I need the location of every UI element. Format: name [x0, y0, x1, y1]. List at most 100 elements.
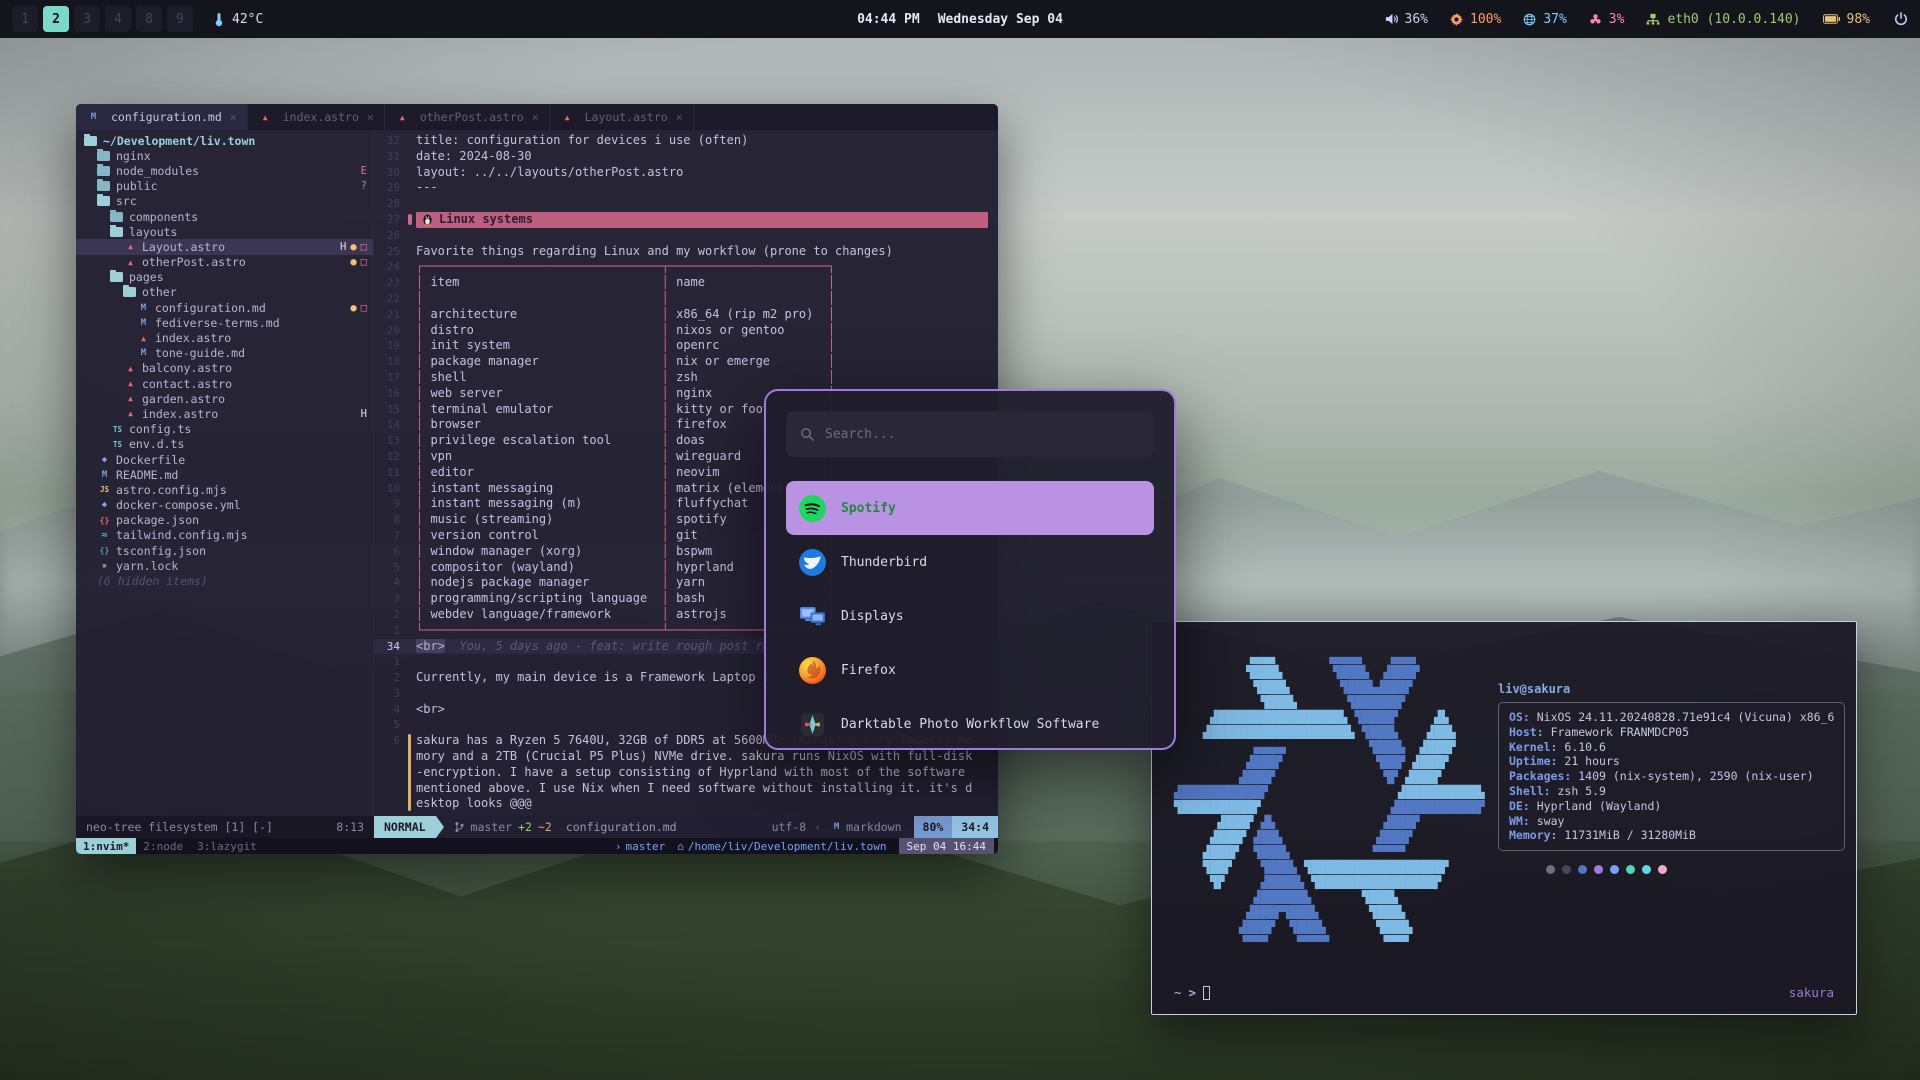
tab-close-icon[interactable]: × [676, 110, 683, 124]
launcher-item-spotify[interactable]: Spotify [786, 481, 1154, 535]
sign-column [408, 354, 416, 370]
table-line: │ distro │ nixos or gentoo │ [416, 323, 835, 339]
tree-item[interactable]: env.d.ts [76, 437, 373, 452]
tree-item[interactable]: tailwind.config.mjs [76, 528, 373, 543]
powerline-separator [436, 816, 444, 838]
main-statusline: NORMAL master +2 ~2 configuration.md utf… [374, 816, 998, 838]
fetch-value: NixOS 24.11.20240828.71e91c4 (Vicuna) x8… [1537, 710, 1835, 724]
tree-item[interactable]: astro.config.mjs [76, 482, 373, 497]
tab-close-icon[interactable]: × [230, 110, 237, 124]
sign-column [408, 259, 416, 275]
line-number: 6 [374, 733, 408, 749]
tree-item[interactable]: package.json [76, 513, 373, 528]
tree-item-label: node_modules [97, 164, 199, 178]
tree-item[interactable]: configuration.md ●□ [76, 300, 373, 315]
tree-item-label: tailwind.config.mjs [97, 528, 248, 542]
tree-item[interactable]: balcony.astro [76, 361, 373, 376]
volume-module[interactable]: 36% [1385, 12, 1428, 27]
md-file-icon [136, 303, 151, 313]
tab-index.astro[interactable]: index.astro × [248, 104, 385, 130]
sign-column [408, 180, 416, 196]
astro-file-icon [123, 258, 138, 267]
markdown-icon [829, 822, 844, 832]
tree-item[interactable]: config.ts [76, 422, 373, 437]
disk-module[interactable]: 3% [1589, 12, 1625, 27]
search-box[interactable] [786, 411, 1154, 457]
line-number: 15 [374, 402, 408, 418]
tree-item[interactable]: otherPost.astro ●□ [76, 255, 373, 270]
tree-item-label: config.ts [110, 422, 191, 436]
memory-module[interactable]: 37% [1523, 12, 1566, 27]
tmux-datetime: Sep 04 16:44 [899, 838, 994, 854]
tab-label: otherPost.astro [420, 110, 524, 124]
palette-dot [1594, 865, 1603, 874]
tab-close-icon[interactable]: × [532, 110, 539, 124]
tab-configuration.md[interactable]: configuration.md × [76, 104, 248, 130]
launcher-item-displays[interactable]: Displays [786, 589, 1154, 643]
tree-item[interactable]: public ? [76, 179, 373, 194]
tree-item[interactable]: README.md [76, 467, 373, 482]
tab-otherPost.astro[interactable]: otherPost.astro × [385, 104, 550, 130]
tab-Layout.astro[interactable]: Layout.astro × [550, 104, 694, 130]
tree-item[interactable]: Dockerfile [76, 452, 373, 467]
search-input[interactable] [825, 427, 1140, 442]
tree-item[interactable]: index.astro H [76, 406, 373, 421]
launcher-item-darktable[interactable]: Darktable Photo Workflow Software [786, 697, 1154, 750]
fetch-line: WM: sway [1509, 814, 1834, 829]
tree-item[interactable]: tsconfig.json [76, 543, 373, 558]
workspace-8[interactable]: 8 [136, 6, 162, 32]
workspace-9[interactable]: 9 [167, 6, 193, 32]
topbar-left: 123489 42°C [12, 6, 263, 32]
tree-item[interactable]: ~/Development/liv.town [76, 133, 373, 148]
editor-line: date: 2024-08-30 [416, 149, 532, 165]
workspace-4[interactable]: 4 [105, 6, 131, 32]
launcher-item-thunderbird[interactable]: Thunderbird [786, 535, 1154, 589]
line-number: 19 [374, 338, 408, 354]
terminal-window[interactable]: ▗▄▄▄ ▗▄▄▄▄ ▄▄▄▖ ▜███▙ ▜███▙ ▟███▛ ▜███▙ … [1151, 621, 1857, 1015]
sign-column [408, 275, 416, 291]
launcher-item-firefox[interactable]: Firefox [786, 643, 1154, 697]
md-file-icon [97, 470, 112, 480]
tree-item-label: components [110, 210, 198, 224]
tree-item[interactable]: pages [76, 270, 373, 285]
editor-line: --- [416, 180, 438, 196]
sign-column [408, 307, 416, 323]
tree-item-marks: H [361, 408, 367, 420]
network-module[interactable]: eth0 (10.0.0.140) [1646, 12, 1800, 27]
tmux-window-2:node[interactable]: 2:node [136, 838, 190, 854]
tree-item[interactable]: yarn.lock [76, 558, 373, 573]
cpu-module[interactable]: 100% [1450, 12, 1501, 27]
tree-item[interactable]: docker-compose.yml [76, 498, 373, 513]
tree-item[interactable]: index.astro [76, 330, 373, 345]
tree-item[interactable]: components [76, 209, 373, 224]
tree-item[interactable]: node_modules E [76, 163, 373, 178]
workspace-2[interactable]: 2 [43, 6, 69, 32]
tree-item[interactable]: layouts [76, 224, 373, 239]
workspace-1[interactable]: 1 [12, 6, 38, 32]
launcher-item-label: Displays [841, 609, 904, 624]
tree-item[interactable]: src [76, 194, 373, 209]
tmux-window-3:lazygit[interactable]: 3:lazygit [190, 838, 264, 854]
fetch-line: Host: Framework FRANMDCP05 [1509, 725, 1834, 740]
astro-file-icon [123, 394, 138, 403]
tree-item[interactable]: garden.astro [76, 391, 373, 406]
power-button[interactable] [1894, 12, 1908, 26]
shell-prompt[interactable]: ~ > [1174, 985, 1210, 1000]
tree-item[interactable]: (6 hidden items) [76, 573, 373, 588]
tree-item-label: other [123, 285, 177, 299]
fetch-label: Host: [1509, 725, 1544, 739]
tree-item[interactable]: other [76, 285, 373, 300]
workspace-3[interactable]: 3 [74, 6, 100, 32]
tree-item[interactable]: fediverse-terms.md [76, 315, 373, 330]
tmux-windows: 1:nvim*2:node3:lazygit [76, 838, 264, 854]
tree-item[interactable]: tone-guide.md [76, 346, 373, 361]
tree-item[interactable]: nginx [76, 148, 373, 163]
tmux-window-1:nvim*[interactable]: 1:nvim* [76, 838, 136, 854]
palette-dot [1626, 865, 1635, 874]
tree-item[interactable]: contact.astro [76, 376, 373, 391]
tab-close-icon[interactable]: × [367, 110, 374, 124]
tree-item[interactable]: Layout.astro H●□ [76, 239, 373, 254]
battery-module[interactable]: 98% [1823, 12, 1870, 27]
neotree-panel[interactable]: ~/Development/liv.town nginx node_module… [76, 130, 374, 816]
js-file-icon [97, 485, 112, 494]
